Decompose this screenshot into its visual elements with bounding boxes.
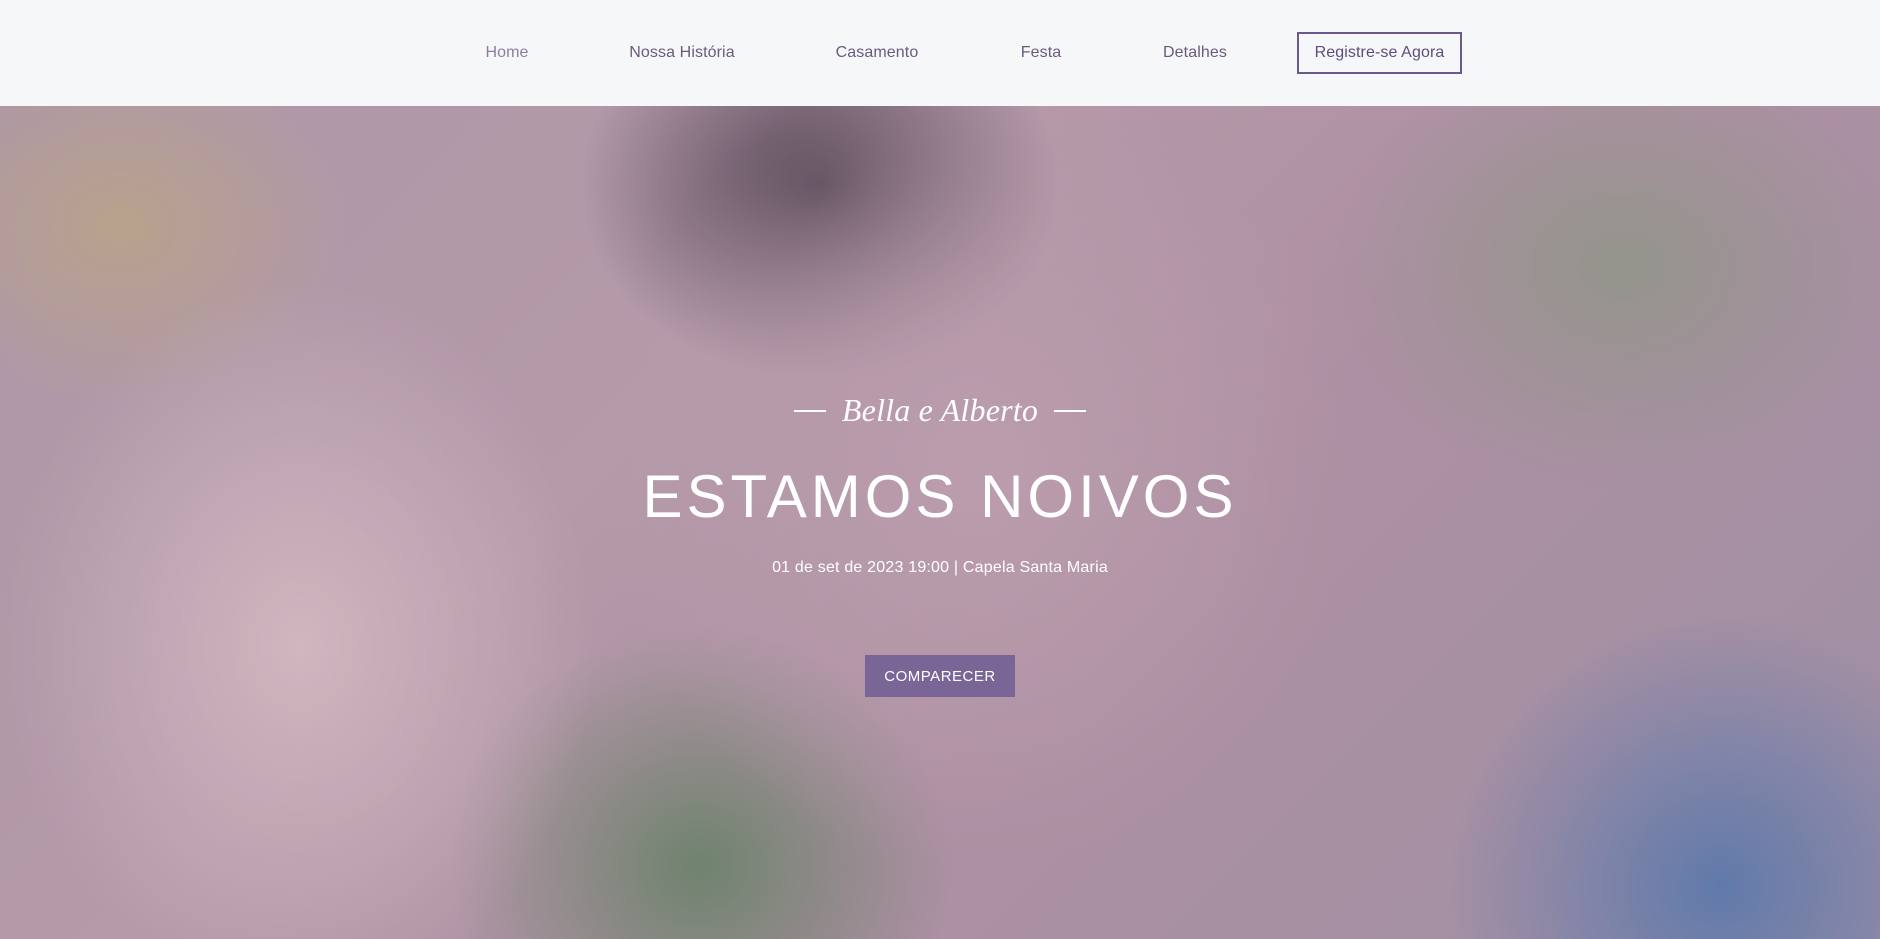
nav-item-festa[interactable]: Festa: [972, 44, 1110, 62]
nav-item-home[interactable]: Home: [432, 44, 582, 62]
couple-names: Bella e Alberto: [841, 392, 1039, 428]
hero-content: Bella e Alberto ESTAMOS NOIVOS 01 de set…: [0, 106, 1880, 939]
left-dash-divider: [793, 409, 826, 412]
hero-headline: ESTAMOS NOIVOS: [642, 463, 1238, 530]
right-dash-divider: [1054, 409, 1087, 412]
nav-item-detalhes[interactable]: Detalhes: [1110, 44, 1280, 62]
main-nav: Home Nossa História Casamento Festa Deta…: [432, 32, 1462, 74]
register-button[interactable]: Registre-se Agora: [1297, 32, 1462, 74]
couple-names-row: Bella e Alberto: [0, 392, 1880, 429]
hero-section: Bella e Alberto ESTAMOS NOIVOS 01 de set…: [0, 106, 1880, 939]
nav-item-casamento[interactable]: Casamento: [782, 44, 972, 62]
attend-button[interactable]: COMPARECER: [865, 655, 1015, 697]
site-header: Home Nossa História Casamento Festa Deta…: [0, 0, 1880, 106]
page: Home Nossa História Casamento Festa Deta…: [0, 0, 1880, 939]
event-date-location: 01 de set de 2023 19:00 | Capela Santa M…: [772, 559, 1108, 576]
nav-item-nossa-historia[interactable]: Nossa História: [582, 44, 782, 62]
